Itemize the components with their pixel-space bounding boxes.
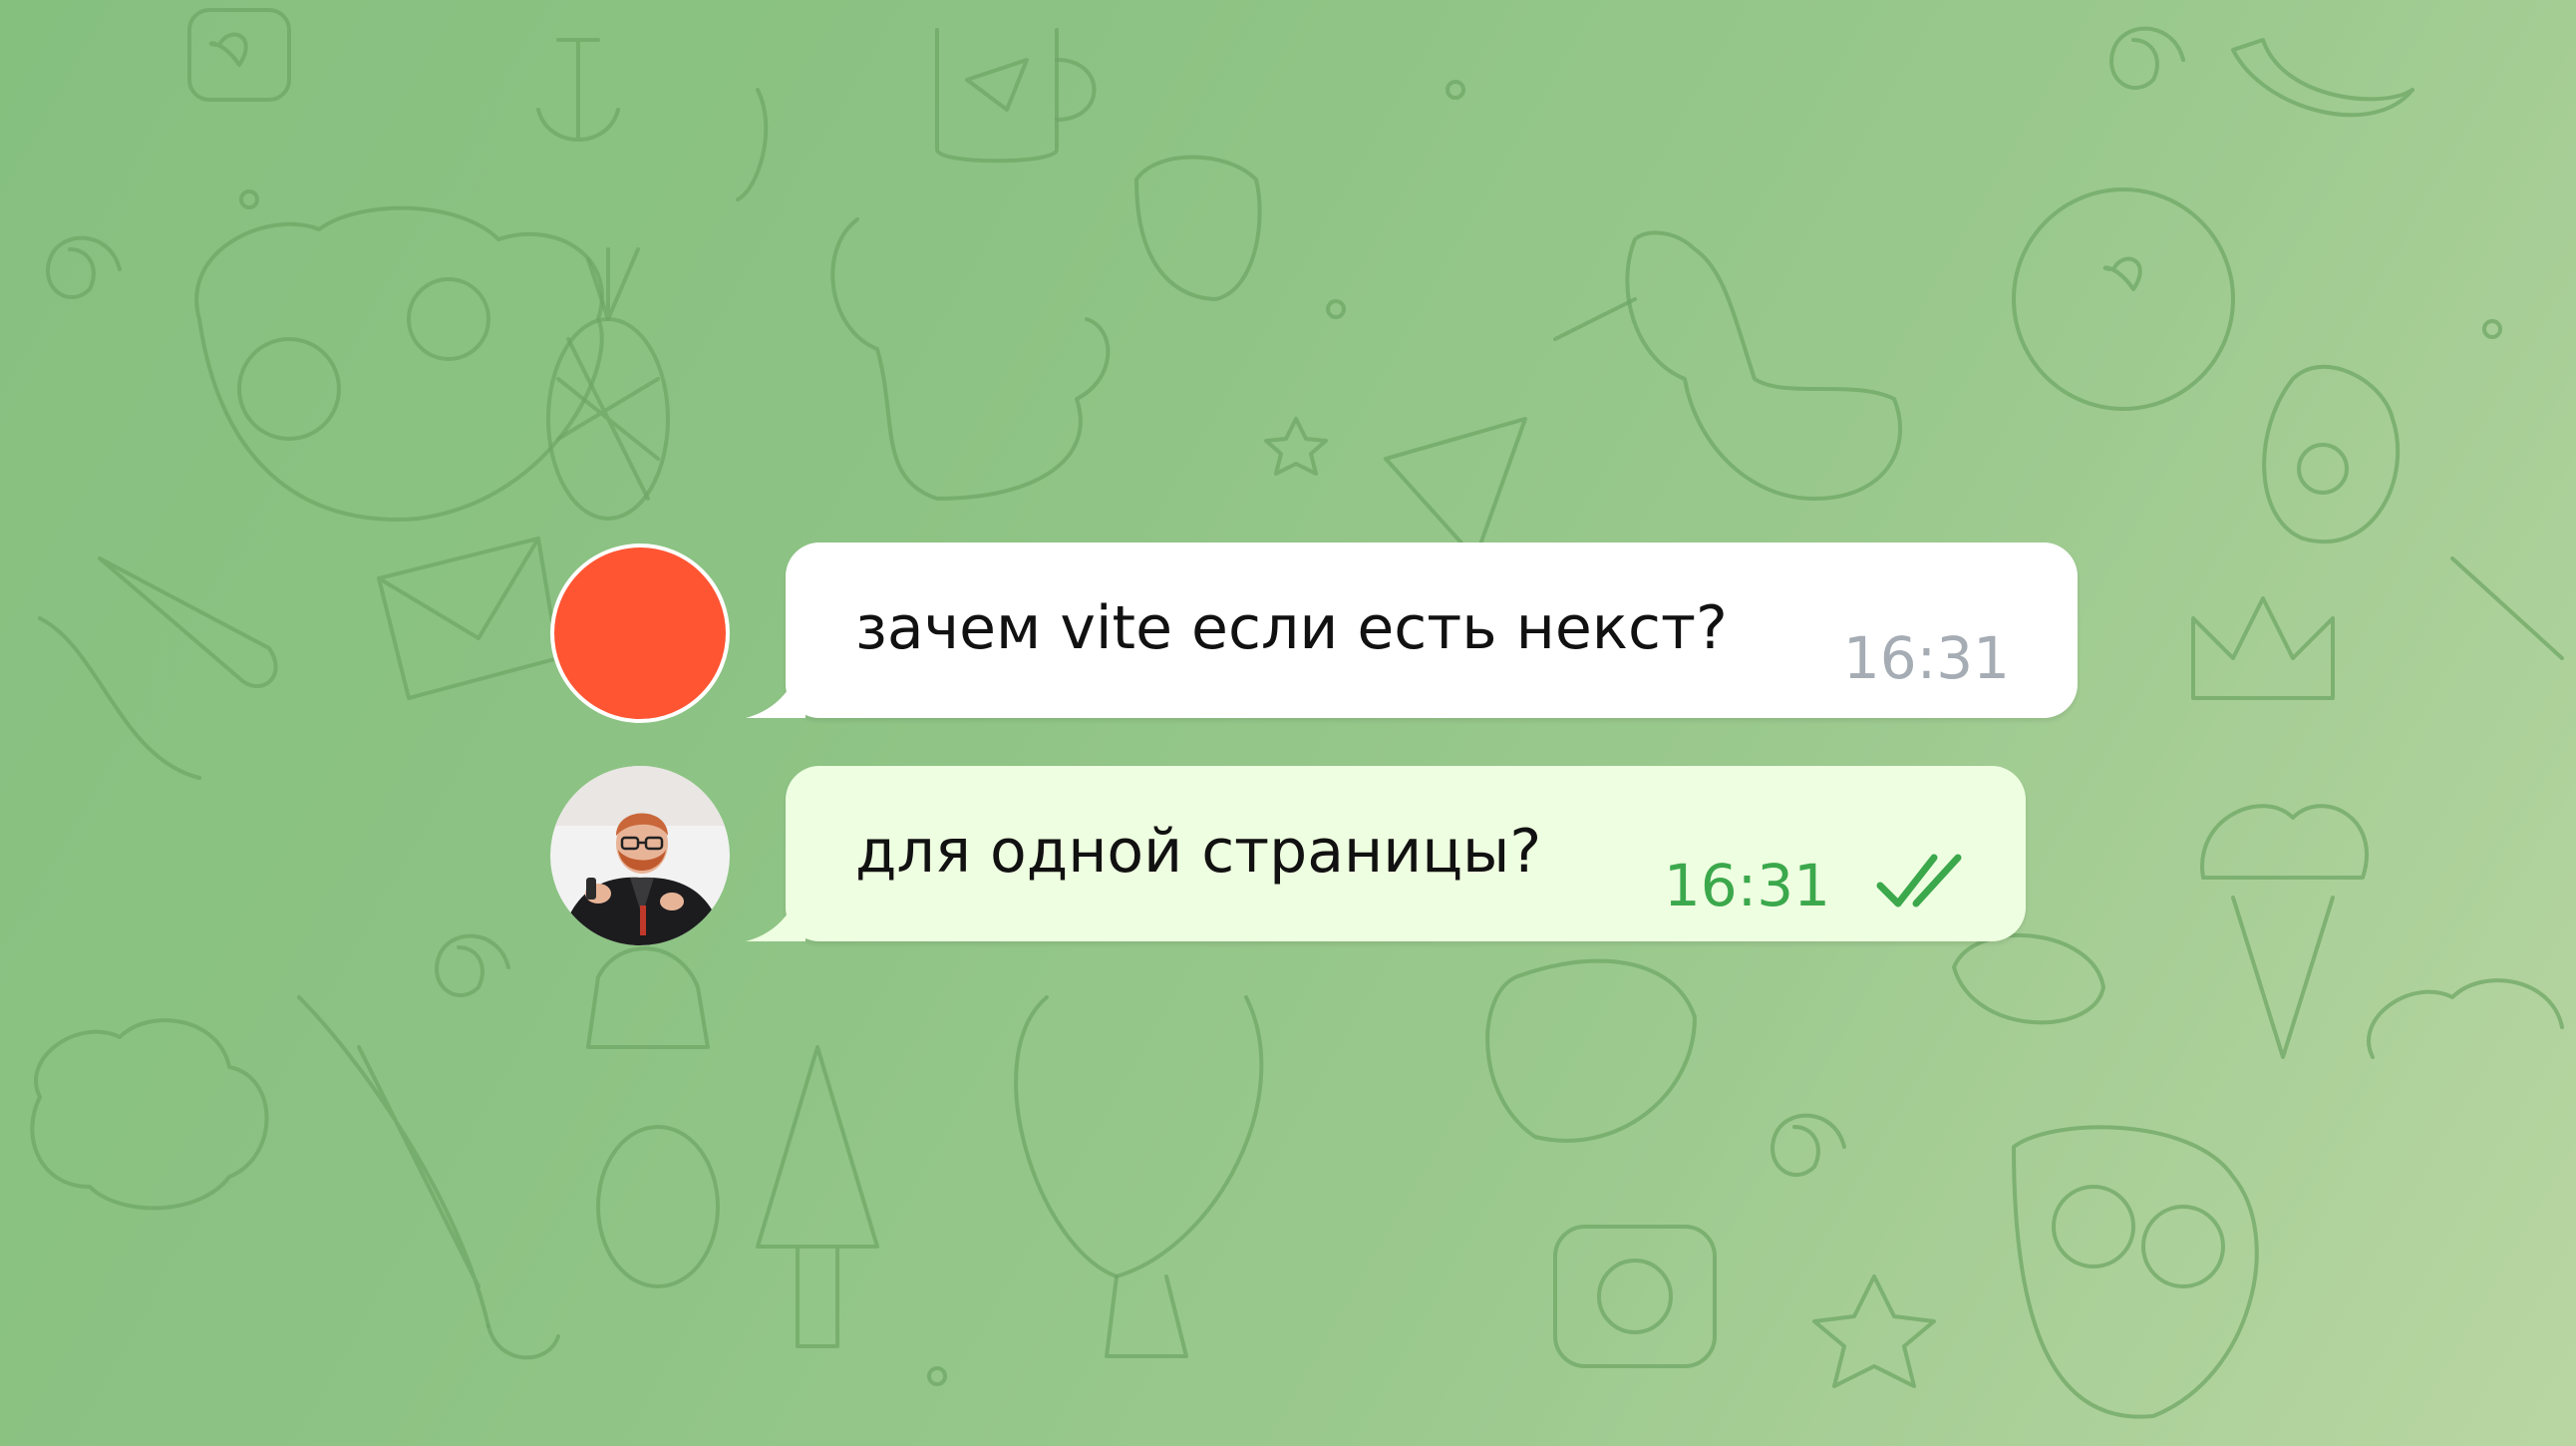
bubble-tail (746, 654, 805, 718)
message-text: зачем vite если есть некст? (855, 593, 1728, 663)
message-text: для одной страницы? (855, 817, 1542, 887)
message-bubble-incoming[interactable]: зачем vite если есть некст? 16:31 (746, 542, 2078, 718)
double-check-icon (1876, 854, 1962, 907)
person-photo-icon (550, 766, 730, 945)
chat-wallpaper (30, 8, 2564, 1419)
message-bubble-outgoing[interactable]: для одной страницы? 16:31 (746, 766, 2026, 941)
avatar-red[interactable] (550, 543, 730, 723)
avatar-photo[interactable] (550, 766, 730, 945)
bubble-tail (746, 878, 805, 941)
message-time: 16:31 (1663, 852, 1830, 919)
message-time: 16:31 (1842, 624, 2010, 692)
panda-doodle (194, 205, 604, 522)
